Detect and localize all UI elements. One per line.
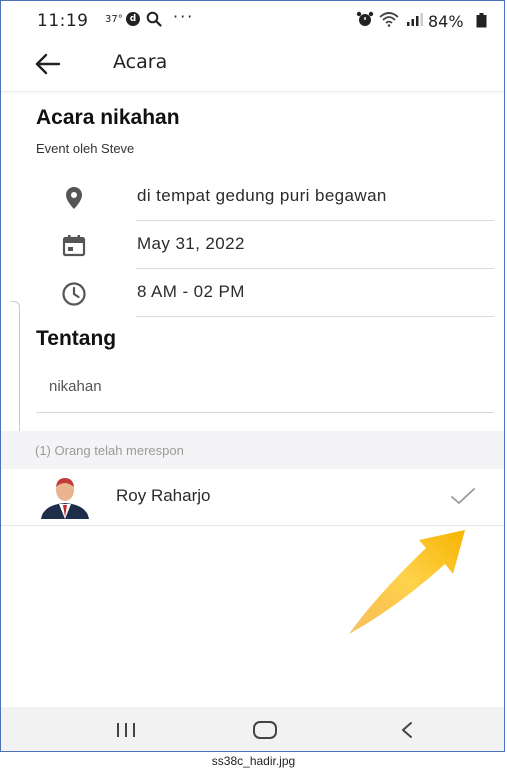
- event-title: Acara nikahan: [36, 106, 180, 129]
- event-location: di tempat gedung puri begawan: [137, 186, 387, 205]
- responses-header: (1) Orang telah merespon: [1, 431, 504, 469]
- user-avatar-icon: [39, 475, 91, 519]
- event-time: 8 AM - 02 PM: [137, 282, 245, 301]
- event-date: May 31, 2022: [137, 234, 245, 253]
- status-bar: 11:19 37° d ··· 84%: [1, 1, 504, 39]
- battery-percentage: 84%: [428, 12, 464, 31]
- back-button[interactable]: [31, 49, 65, 79]
- wifi-icon: [378, 11, 400, 31]
- signal-icon: [406, 11, 424, 31]
- app-bar: Acara: [1, 39, 504, 92]
- search-icon: [146, 11, 162, 31]
- attendee-name: Roy Raharjo: [116, 486, 211, 505]
- divider: [136, 316, 494, 317]
- back-icon[interactable]: [397, 719, 417, 741]
- annotation-arrow-icon: [341, 526, 471, 638]
- attendee-row[interactable]: Roy Raharjo: [1, 469, 504, 526]
- battery-icon: [476, 13, 487, 32]
- location-pin-icon: [61, 185, 87, 211]
- divider: [36, 412, 494, 413]
- more-notifications-icon: ···: [173, 7, 195, 26]
- clock-icon: [61, 281, 87, 307]
- home-icon[interactable]: [251, 719, 279, 741]
- arrow-left-icon: [35, 53, 61, 75]
- event-time-row: 8 AM - 02 PM: [1, 269, 504, 317]
- event-date-row: May 31, 2022: [1, 221, 504, 269]
- status-temperature: 37°: [105, 14, 123, 25]
- calendar-icon: [61, 233, 87, 259]
- system-nav-bar: [1, 707, 504, 751]
- recent-apps-icon[interactable]: [113, 721, 139, 739]
- about-text: nikahan: [49, 378, 102, 395]
- page-title: Acara: [113, 51, 168, 73]
- status-time: 11:19: [37, 11, 89, 31]
- phone-screen: 11:19 37° d ··· 84% Acara Acara nikahan …: [0, 0, 505, 752]
- responses-count: (1) Orang telah merespon: [35, 443, 184, 458]
- about-heading: Tentang: [36, 327, 117, 350]
- event-organizer: Event oleh Steve: [36, 141, 135, 156]
- d-app-icon: d: [126, 12, 140, 26]
- alarm-icon: [356, 11, 374, 31]
- image-caption: ss38c_hadir.jpg: [211, 754, 296, 768]
- checkmark-icon: [449, 485, 477, 507]
- edge-panel-handle[interactable]: [11, 301, 20, 439]
- event-location-row: di tempat gedung puri begawan: [1, 173, 504, 221]
